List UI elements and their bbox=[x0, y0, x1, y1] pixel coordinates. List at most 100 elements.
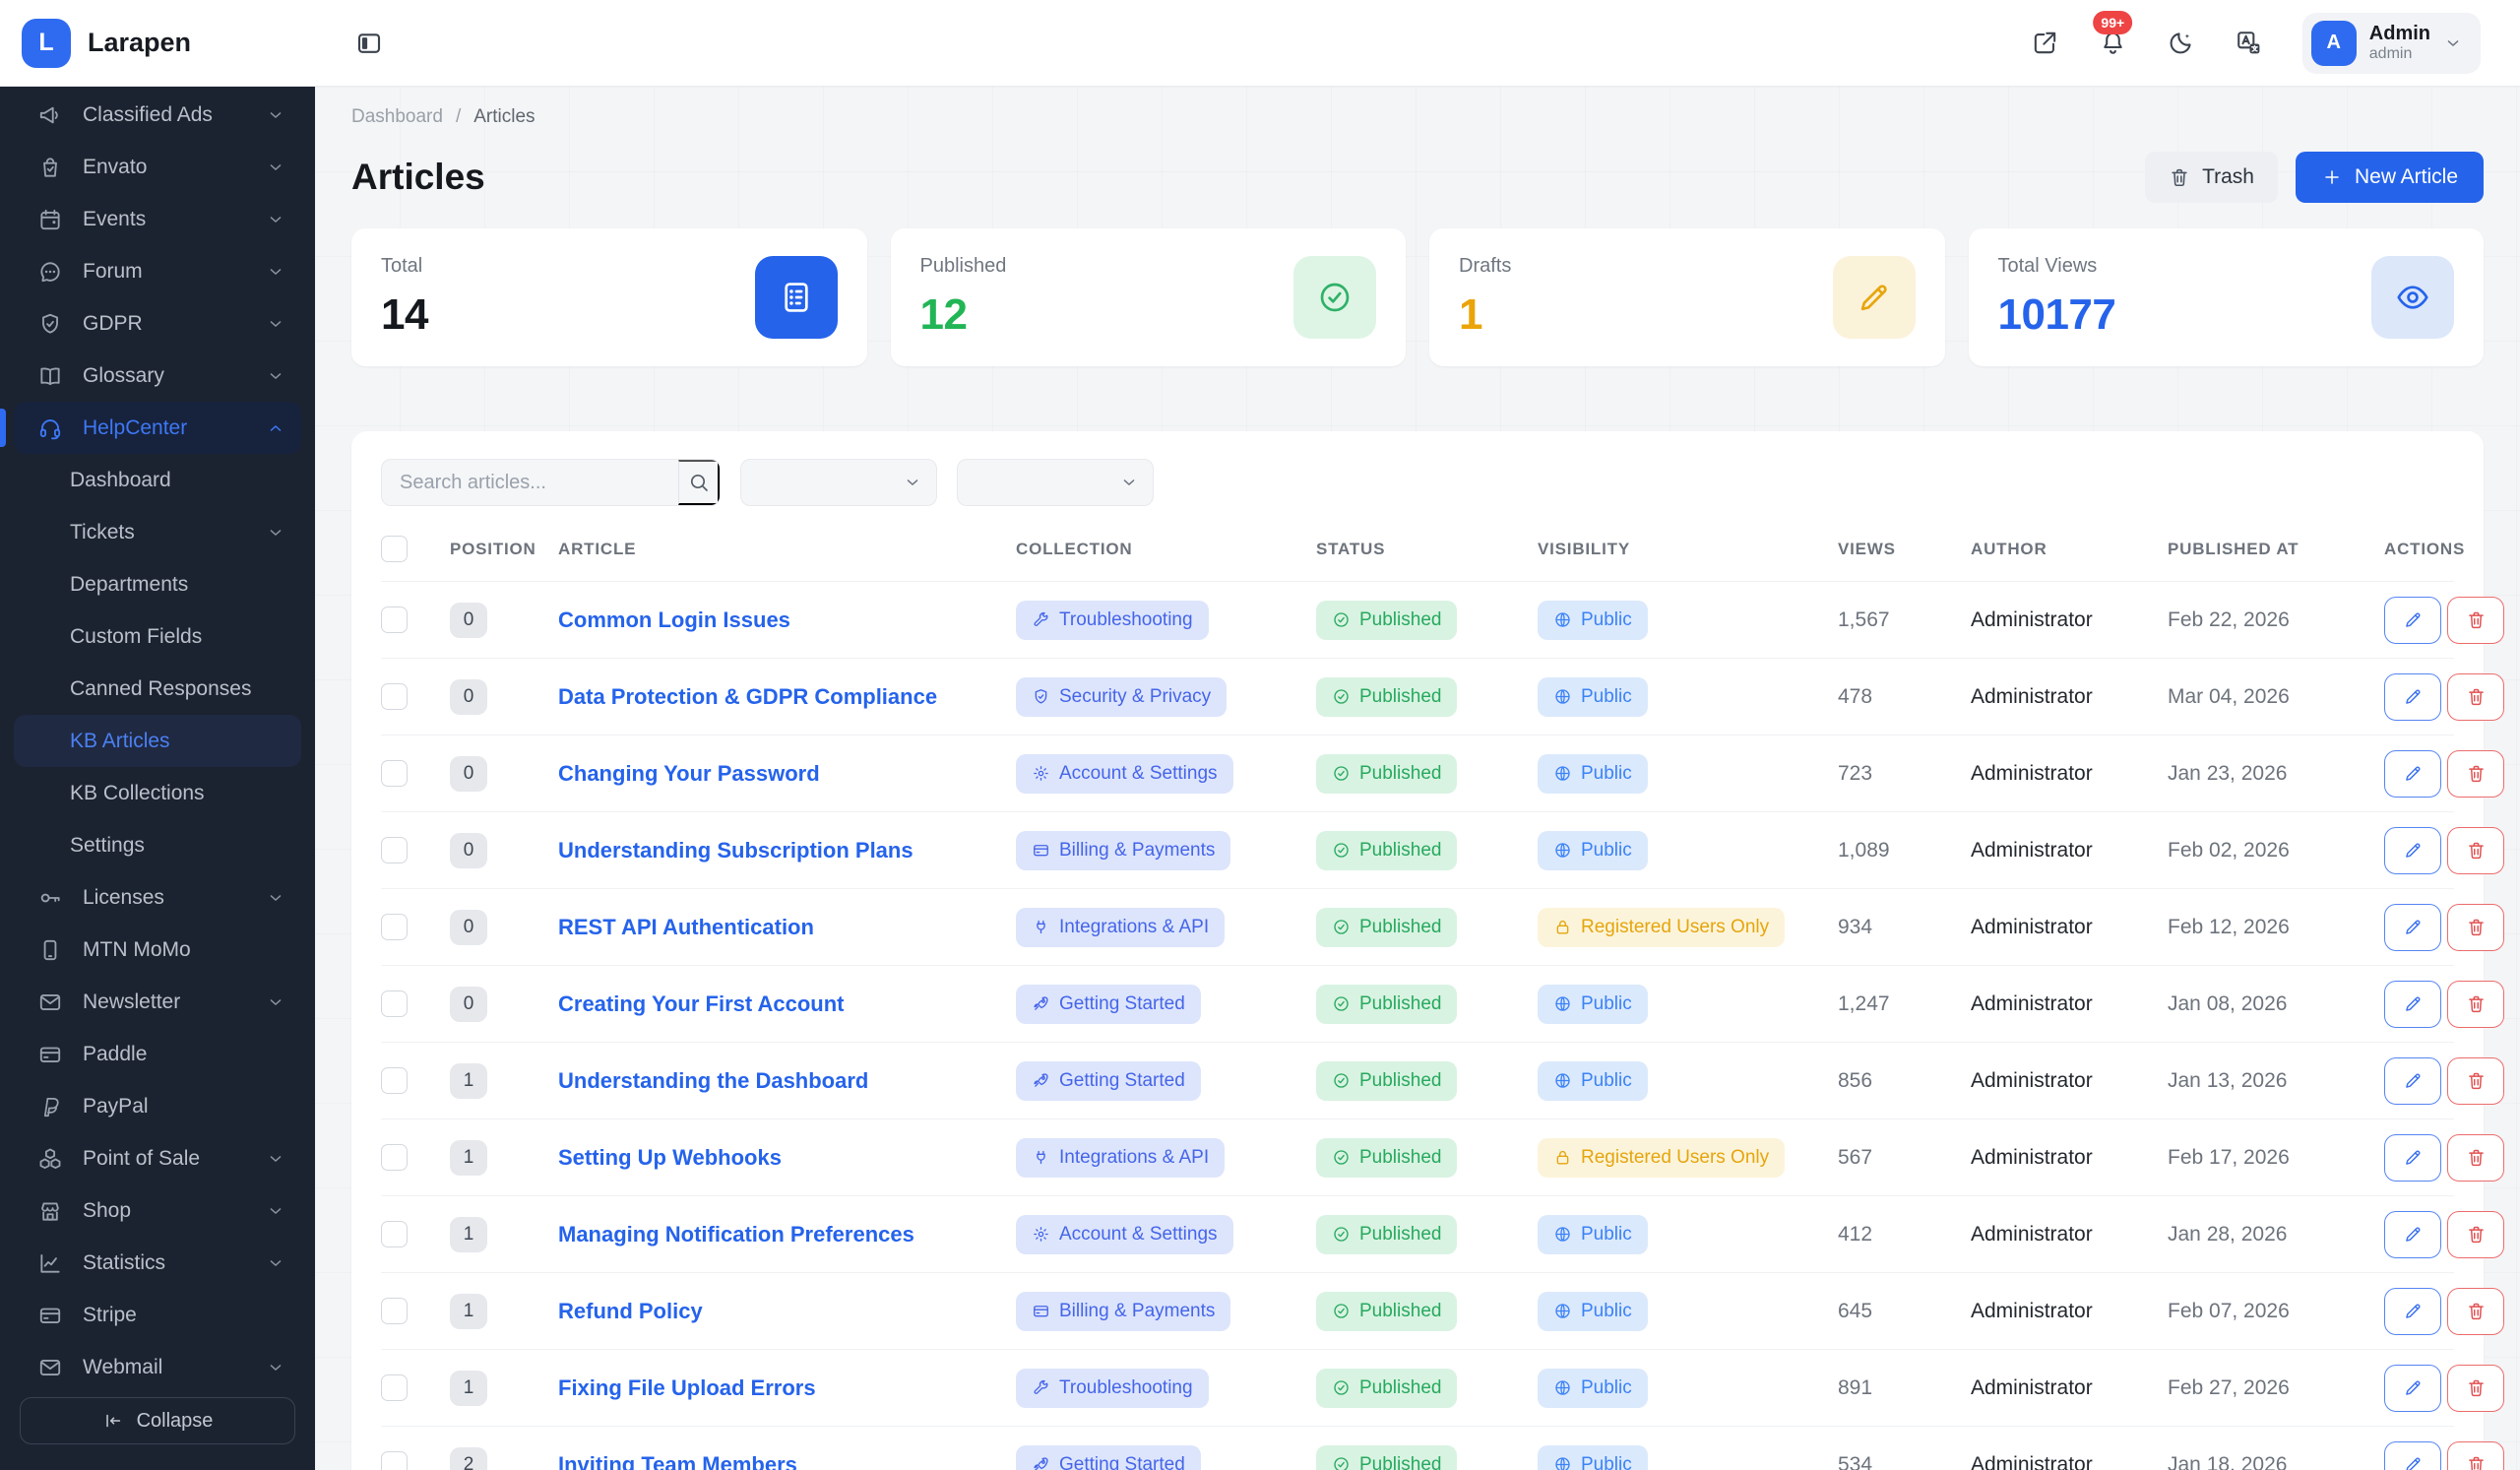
sidebar-toggle-icon[interactable] bbox=[354, 29, 384, 58]
dark-mode-icon[interactable] bbox=[2167, 29, 2195, 57]
article-link[interactable]: Understanding Subscription Plans bbox=[558, 838, 914, 863]
row-checkbox[interactable] bbox=[381, 1221, 408, 1247]
filter-select-1[interactable] bbox=[740, 459, 937, 506]
visibility-badge-label: Public bbox=[1581, 1454, 1632, 1470]
row-checkbox[interactable] bbox=[381, 760, 408, 787]
sidebar-item-glossary[interactable]: Glossary bbox=[14, 350, 301, 402]
delete-button[interactable] bbox=[2447, 904, 2504, 951]
delete-button[interactable] bbox=[2447, 597, 2504, 644]
edit-button[interactable] bbox=[2384, 827, 2441, 874]
row-checkbox[interactable] bbox=[381, 1451, 408, 1470]
language-icon[interactable] bbox=[2235, 29, 2263, 57]
sidebar-item-canned-responses[interactable]: Canned Responses bbox=[14, 663, 301, 715]
delete-button[interactable] bbox=[2447, 1057, 2504, 1105]
delete-button[interactable] bbox=[2447, 1288, 2504, 1335]
sidebar-item-statistics[interactable]: Statistics bbox=[14, 1237, 301, 1289]
sidebar-item-newsletter[interactable]: Newsletter bbox=[14, 976, 301, 1028]
article-link[interactable]: Changing Your Password bbox=[558, 761, 820, 786]
delete-button[interactable] bbox=[2447, 981, 2504, 1028]
edit-button[interactable] bbox=[2384, 673, 2441, 721]
external-link-icon[interactable] bbox=[2031, 29, 2059, 57]
trash-button[interactable]: Trash bbox=[2145, 152, 2278, 203]
article-link[interactable]: Fixing File Upload Errors bbox=[558, 1375, 816, 1400]
article-link[interactable]: Understanding the Dashboard bbox=[558, 1068, 868, 1093]
row-checkbox[interactable] bbox=[381, 837, 408, 863]
article-link[interactable]: REST API Authentication bbox=[558, 915, 814, 939]
delete-button[interactable] bbox=[2447, 1134, 2504, 1182]
sidebar-item-point-of-sale[interactable]: Point of Sale bbox=[14, 1132, 301, 1184]
sidebar-item-webmail[interactable]: Webmail bbox=[14, 1341, 301, 1383]
edit-button[interactable] bbox=[2384, 750, 2441, 798]
sidebar-item-custom-fields[interactable]: Custom Fields bbox=[14, 610, 301, 663]
sidebar-item-paddle[interactable]: Paddle bbox=[14, 1028, 301, 1080]
article-link[interactable]: Common Login Issues bbox=[558, 607, 790, 632]
row-checkbox[interactable] bbox=[381, 1374, 408, 1401]
sidebar-item-events[interactable]: Events bbox=[14, 193, 301, 245]
article-link[interactable]: Inviting Team Members bbox=[558, 1452, 797, 1470]
row-checkbox[interactable] bbox=[381, 1144, 408, 1171]
article-link[interactable]: Setting Up Webhooks bbox=[558, 1145, 782, 1170]
sidebar-item-departments[interactable]: Departments bbox=[14, 558, 301, 610]
edit-button[interactable] bbox=[2384, 904, 2441, 951]
edit-button[interactable] bbox=[2384, 1134, 2441, 1182]
article-link[interactable]: Data Protection & GDPR Compliance bbox=[558, 684, 937, 709]
article-link[interactable]: Managing Notification Preferences bbox=[558, 1222, 914, 1246]
table-row: 0REST API AuthenticationIntegrations & A… bbox=[381, 889, 2454, 966]
published-at-value: Jan 18, 2026 bbox=[2168, 1453, 2384, 1470]
search-button[interactable] bbox=[678, 460, 720, 505]
sidebar-item-stripe[interactable]: Stripe bbox=[14, 1289, 301, 1341]
row-checkbox[interactable] bbox=[381, 991, 408, 1017]
edit-button[interactable] bbox=[2384, 1441, 2441, 1470]
sidebar-item-kb-collections[interactable]: KB Collections bbox=[14, 767, 301, 819]
delete-button[interactable] bbox=[2447, 750, 2504, 798]
phone-icon bbox=[37, 937, 63, 963]
article-link[interactable]: Refund Policy bbox=[558, 1299, 703, 1323]
notifications-button[interactable]: 99+ bbox=[2099, 29, 2127, 57]
column-header-actions: Actions bbox=[2384, 540, 2465, 559]
card-icon bbox=[37, 1042, 63, 1067]
new-article-button[interactable]: New Article bbox=[2296, 152, 2484, 203]
sidebar-item-envato[interactable]: Envato bbox=[14, 141, 301, 193]
row-checkbox[interactable] bbox=[381, 1298, 408, 1324]
edit-button[interactable] bbox=[2384, 1211, 2441, 1258]
filter-select-2[interactable] bbox=[957, 459, 1154, 506]
sidebar-item-dashboard[interactable]: Dashboard bbox=[14, 454, 301, 506]
author-value: Administrator bbox=[1971, 1376, 2168, 1400]
store-icon bbox=[37, 1198, 63, 1224]
row-checkbox[interactable] bbox=[381, 1067, 408, 1094]
delete-button[interactable] bbox=[2447, 827, 2504, 874]
edit-button[interactable] bbox=[2384, 1288, 2441, 1335]
sidebar-item-kb-articles[interactable]: KB Articles bbox=[14, 715, 301, 767]
stat-card-total: Total14 bbox=[351, 228, 867, 366]
delete-button[interactable] bbox=[2447, 1441, 2504, 1470]
edit-button[interactable] bbox=[2384, 1365, 2441, 1412]
collapse-button[interactable]: Collapse bbox=[20, 1397, 295, 1444]
visibility-badge-label: Public bbox=[1581, 1377, 1632, 1399]
sidebar-item-licenses[interactable]: Licenses bbox=[14, 871, 301, 924]
sidebar-item-helpcenter[interactable]: HelpCenter bbox=[14, 402, 301, 454]
collection-badge: Getting Started bbox=[1016, 1061, 1201, 1101]
user-menu[interactable]: A Admin admin bbox=[2302, 13, 2481, 74]
delete-button[interactable] bbox=[2447, 673, 2504, 721]
breadcrumb-dashboard[interactable]: Dashboard bbox=[351, 106, 443, 128]
sidebar-item-settings[interactable]: Settings bbox=[14, 819, 301, 871]
stat-card-label: Published bbox=[920, 255, 1007, 278]
sidebar-item-mtn-momo[interactable]: MTN MoMo bbox=[14, 924, 301, 976]
delete-button[interactable] bbox=[2447, 1365, 2504, 1412]
sidebar-item-paypal[interactable]: PayPal bbox=[14, 1080, 301, 1132]
sidebar-item-tickets[interactable]: Tickets bbox=[14, 506, 301, 558]
sidebar-item-forum[interactable]: Forum bbox=[14, 245, 301, 297]
row-checkbox[interactable] bbox=[381, 914, 408, 940]
row-checkbox[interactable] bbox=[381, 683, 408, 710]
sidebar-item-gdpr[interactable]: GDPR bbox=[14, 297, 301, 350]
edit-button[interactable] bbox=[2384, 981, 2441, 1028]
select-all-checkbox[interactable] bbox=[381, 536, 408, 562]
row-checkbox[interactable] bbox=[381, 607, 408, 633]
search-input[interactable] bbox=[382, 460, 678, 505]
article-link[interactable]: Creating Your First Account bbox=[558, 991, 845, 1016]
edit-button[interactable] bbox=[2384, 597, 2441, 644]
sidebar-item-classified-ads[interactable]: Classified Ads bbox=[14, 89, 301, 141]
sidebar-item-shop[interactable]: Shop bbox=[14, 1184, 301, 1237]
delete-button[interactable] bbox=[2447, 1211, 2504, 1258]
edit-button[interactable] bbox=[2384, 1057, 2441, 1105]
